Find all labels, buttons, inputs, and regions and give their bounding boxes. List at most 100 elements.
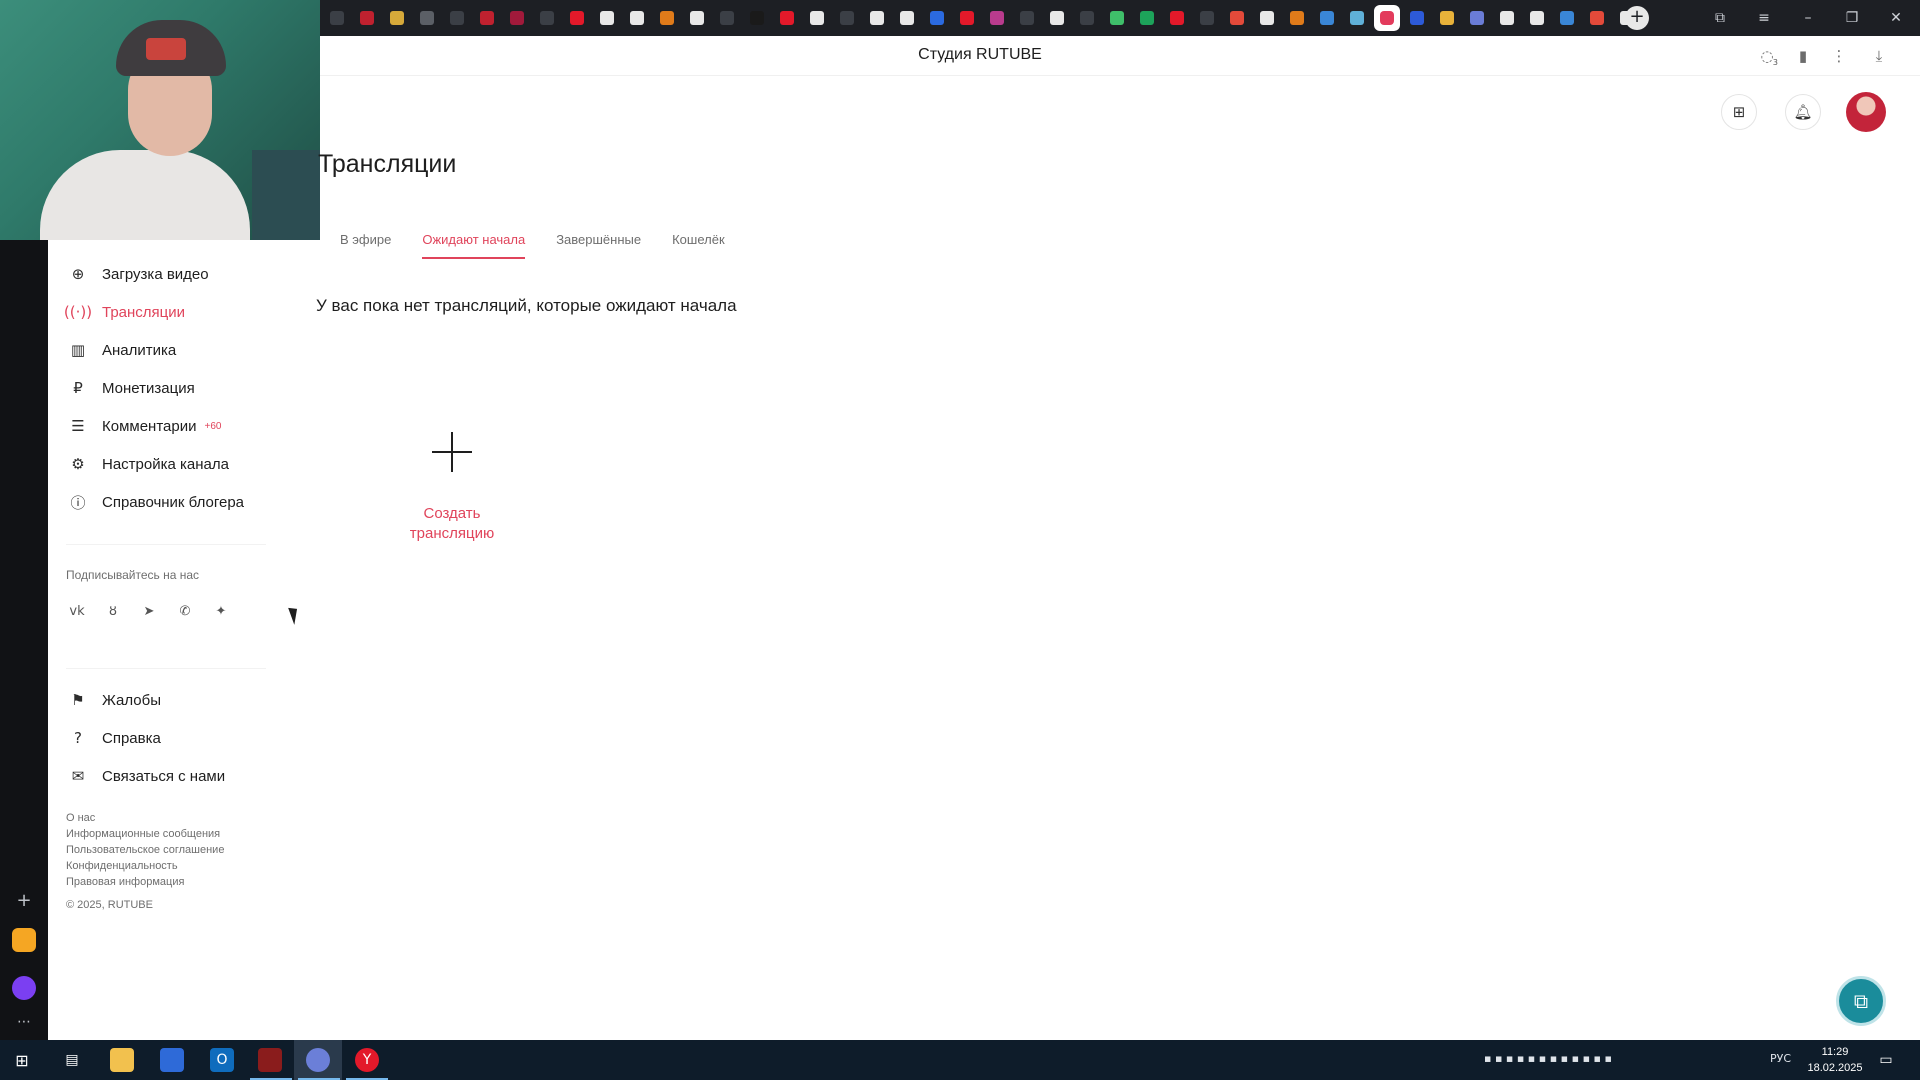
footer-link-terms[interactable]: Пользовательское соглашение — [66, 842, 224, 858]
sidebar-item-blogger-guide[interactable]: ⓘ Справочник блогера — [68, 490, 244, 514]
browser-tab[interactable] — [1494, 5, 1520, 31]
language-indicator[interactable]: РУС — [1770, 1052, 1791, 1065]
tab-favicon-icon — [960, 11, 974, 25]
browser-tab[interactable] — [384, 5, 410, 31]
vk-icon[interactable]: vk — [66, 600, 88, 622]
more-icon[interactable]: ✦ — [210, 600, 232, 622]
yandex-browser-icon[interactable]: Y — [355, 1048, 379, 1072]
notifications-center-icon[interactable]: ▭ — [1874, 1048, 1898, 1072]
restore-button[interactable]: ❐ — [1830, 0, 1874, 36]
browser-tab[interactable] — [1434, 5, 1460, 31]
sidebar-item-help[interactable]: ? Справка — [68, 726, 161, 750]
viber-icon[interactable]: ✆ — [174, 600, 196, 622]
browser-tab[interactable] — [1284, 5, 1310, 31]
browser-tab[interactable] — [1314, 5, 1340, 31]
browser-tab[interactable] — [834, 5, 860, 31]
browser-tab[interactable] — [504, 5, 530, 31]
browser-tab[interactable] — [324, 5, 350, 31]
outlook-icon[interactable]: O — [210, 1048, 234, 1072]
browser-tab[interactable] — [1374, 5, 1400, 31]
discord-icon[interactable] — [306, 1048, 330, 1072]
sidebar-item-comments[interactable]: ☰ Комментарии +60 — [68, 414, 221, 438]
download-icon[interactable]: ⤓ — [1868, 45, 1890, 67]
browser-tab[interactable] — [1044, 5, 1070, 31]
browser-tab[interactable] — [624, 5, 650, 31]
browser-tab[interactable] — [744, 5, 770, 31]
browser-tab[interactable] — [1344, 5, 1370, 31]
footer-link-about[interactable]: О нас — [66, 810, 224, 826]
file-explorer-icon[interactable] — [110, 1048, 134, 1072]
footer-link-privacy[interactable]: Конфиденциальность — [66, 858, 224, 874]
sidebar-item-broadcasts[interactable]: ((·)) Трансляции — [64, 300, 185, 324]
tray-icons[interactable]: ▪ ▪ ▪ ▪ ▪ ▪ ▪ ▪ ▪ ▪ ▪ ▪ — [1484, 1052, 1612, 1065]
browser-tab[interactable] — [564, 5, 590, 31]
mail-app-icon[interactable] — [12, 928, 36, 952]
alice-assistant-icon[interactable] — [12, 976, 36, 1000]
sidebar-item-contact[interactable]: ✉ Связаться с нами — [68, 764, 225, 788]
browser-tab[interactable] — [684, 5, 710, 31]
new-tab-button[interactable]: + — [1625, 6, 1649, 30]
browser-tab[interactable] — [1224, 5, 1250, 31]
sidebar-item-channel-settings[interactable]: ⚙ Настройка канала — [68, 452, 229, 476]
ok-icon[interactable]: ȣ — [102, 600, 124, 622]
minimize-button[interactable]: – — [1786, 0, 1830, 36]
browser-tab[interactable] — [954, 5, 980, 31]
browser-tab[interactable] — [864, 5, 890, 31]
browser-tab[interactable] — [894, 5, 920, 31]
create-broadcast-button[interactable]: Создать трансляцию — [400, 428, 504, 544]
browser-tab[interactable] — [1014, 5, 1040, 31]
browser-tab[interactable] — [354, 5, 380, 31]
sidebar-item-analytics[interactable]: ▥ Аналитика — [68, 338, 176, 362]
store-icon[interactable] — [160, 1048, 184, 1072]
browser-tab[interactable] — [414, 5, 440, 31]
browser-menu-icon[interactable]: ≡ — [1742, 0, 1786, 36]
browser-tab[interactable] — [654, 5, 680, 31]
support-chat-button[interactable]: ⧉ — [1836, 976, 1886, 1026]
sidebar-item-upload[interactable]: ⊕ Загрузка видео — [68, 262, 209, 286]
browser-tab[interactable] — [1524, 5, 1550, 31]
browser-tab[interactable] — [714, 5, 740, 31]
more-apps-icon[interactable]: ⋯ — [12, 1010, 36, 1034]
tabs-list-icon[interactable]: ⧉ — [1698, 0, 1742, 36]
browser-tab[interactable] — [1134, 5, 1160, 31]
browser-tab[interactable] — [1194, 5, 1220, 31]
create-content-button[interactable]: ⊞ — [1721, 94, 1757, 130]
notifications-bell-icon[interactable]: 🔔︎ — [1785, 94, 1821, 130]
page-tab-title[interactable]: Студия RUTUBE — [320, 46, 1640, 64]
browser-tab[interactable] — [1464, 5, 1490, 31]
browser-tab[interactable] — [1554, 5, 1580, 31]
tab-live[interactable]: В эфире — [340, 232, 391, 259]
browser-tab[interactable] — [804, 5, 830, 31]
add-panel-icon[interactable]: + — [12, 888, 36, 912]
windows-start-icon[interactable]: ⊞ — [10, 1048, 34, 1072]
browser-tab[interactable] — [594, 5, 620, 31]
browser-tab[interactable] — [1074, 5, 1100, 31]
sidebar-item-monetization[interactable]: ₽ Монетизация — [68, 376, 194, 400]
browser-tab[interactable] — [774, 5, 800, 31]
more-options-icon[interactable]: ⋮ — [1828, 45, 1850, 67]
browser-tab[interactable] — [444, 5, 470, 31]
browser-tab[interactable] — [924, 5, 950, 31]
browser-tab[interactable] — [1404, 5, 1430, 31]
browser-tab[interactable] — [474, 5, 500, 31]
browser-tab[interactable] — [984, 5, 1010, 31]
sidebar-item-complaints[interactable]: ⚑ Жалобы — [68, 688, 161, 712]
browser-tab[interactable] — [1164, 5, 1190, 31]
task-view-icon[interactable]: ▤ — [60, 1048, 84, 1072]
browser-tab[interactable] — [1104, 5, 1130, 31]
extensions-icon[interactable]: ◌ 3 — [1756, 45, 1778, 67]
tab-upcoming[interactable]: Ожидают начала — [422, 232, 526, 259]
app-icon[interactable] — [258, 1048, 282, 1072]
bookmark-icon[interactable]: ▮ — [1792, 45, 1814, 67]
system-clock[interactable]: 11:29 18.02.2025 — [1800, 1044, 1870, 1076]
browser-tab[interactable] — [1254, 5, 1280, 31]
tab-wallet[interactable]: Кошелёк — [672, 232, 725, 259]
footer-link-legal[interactable]: Правовая информация — [66, 874, 224, 890]
telegram-icon[interactable]: ➤ — [138, 600, 160, 622]
user-avatar[interactable] — [1846, 92, 1886, 132]
browser-tab[interactable] — [534, 5, 560, 31]
browser-tab[interactable] — [1584, 5, 1610, 31]
tab-finished[interactable]: Завершённые — [556, 232, 641, 259]
footer-link-info[interactable]: Информационные сообщения — [66, 826, 224, 842]
close-window-button[interactable]: ✕ — [1874, 0, 1918, 36]
